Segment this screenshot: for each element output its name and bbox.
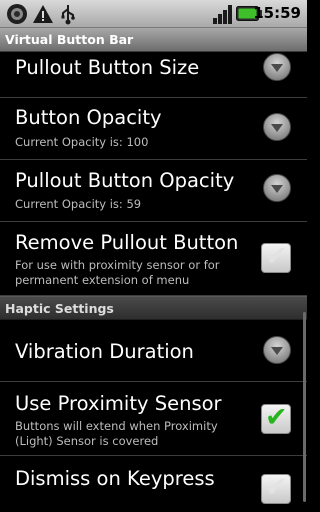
pref-button-opacity[interactable]: Button Opacity Current Opacity is: 100: [0, 98, 307, 160]
pref-title: Remove Pullout Button: [15, 231, 239, 254]
warning-icon: [33, 5, 53, 23]
pref-vibration-duration[interactable]: Vibration Duration: [0, 320, 307, 382]
title-bar: Virtual Button Bar: [0, 28, 307, 52]
usb-icon: [61, 5, 75, 25]
dropdown-arrow-icon[interactable]: [263, 113, 291, 141]
notification-icon: [7, 4, 27, 24]
pref-title: Pullout Button Size: [15, 56, 200, 79]
pref-title: Use Proximity Sensor: [15, 392, 222, 415]
section-header-haptic: Haptic Settings: [0, 296, 307, 320]
pref-pullout-button-size[interactable]: Pullout Button Size: [0, 52, 307, 98]
pref-title: Dismiss on Keypress: [15, 467, 215, 490]
pref-title: Vibration Duration: [15, 340, 194, 363]
pref-summary: Current Opacity is: 59: [15, 197, 142, 211]
status-bar: 15:59: [0, 0, 307, 28]
pref-summary: Buttons will extend when Proximity (Ligh…: [15, 419, 218, 448]
pref-summary: For use with proximity sensor or for per…: [15, 258, 220, 287]
remove-pullout-checkbox[interactable]: ✔: [261, 242, 291, 273]
scrollbar[interactable]: [303, 312, 306, 502]
dismiss-keypress-checkbox[interactable]: ✔: [261, 473, 291, 504]
pref-remove-pullout-button[interactable]: Remove Pullout Button For use with proxi…: [0, 222, 307, 296]
pref-title: Button Opacity: [15, 106, 162, 129]
pref-use-proximity-sensor[interactable]: Use Proximity Sensor Buttons will extend…: [0, 382, 307, 456]
proximity-sensor-checkbox[interactable]: ✔: [261, 403, 291, 434]
status-time: 15:59: [253, 4, 301, 22]
dropdown-arrow-icon[interactable]: [263, 336, 291, 364]
dropdown-arrow-icon[interactable]: [263, 174, 291, 202]
pref-pullout-button-opacity[interactable]: Pullout Button Opacity Current Opacity i…: [0, 160, 307, 222]
dropdown-arrow-icon[interactable]: [263, 53, 291, 81]
app-title: Virtual Button Bar: [5, 32, 134, 47]
pref-summary: Current Opacity is: 100: [15, 135, 149, 149]
section-label: Haptic Settings: [5, 301, 114, 316]
pref-dismiss-on-keypress[interactable]: Dismiss on Keypress ✔: [0, 456, 307, 512]
signal-icon: [213, 5, 232, 24]
pref-title: Pullout Button Opacity: [15, 169, 235, 192]
